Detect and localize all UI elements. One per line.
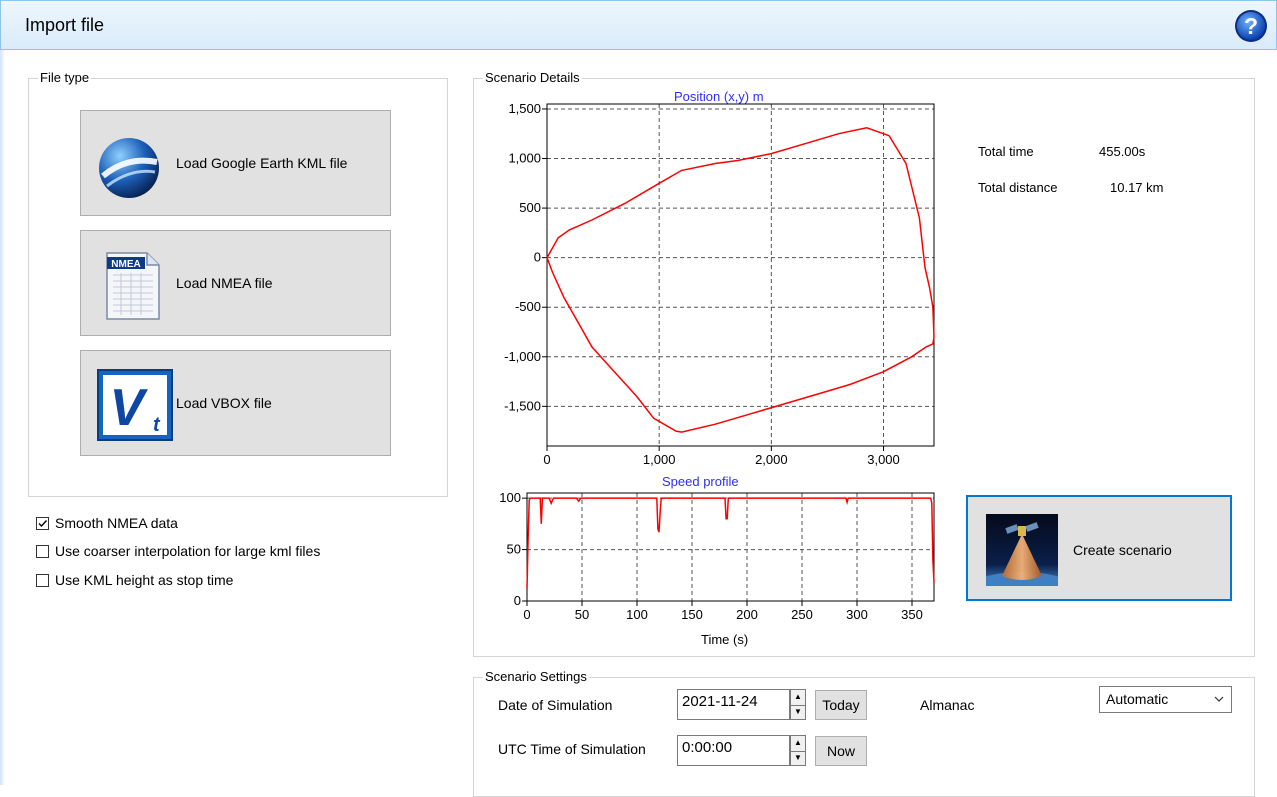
x-tick-label: 250 xyxy=(791,607,813,622)
now-label: Now xyxy=(826,743,855,759)
check-icon xyxy=(38,519,48,527)
title-bar: Import file ? xyxy=(0,0,1277,50)
x-tick-label: 100 xyxy=(626,607,648,622)
series-line xyxy=(546,127,935,433)
google-earth-icon xyxy=(99,138,159,198)
now-button[interactable]: Now xyxy=(815,736,867,766)
speed-profile-plot: 0 50 100 150 200 250 300 350 100 50 0 xyxy=(499,490,935,622)
y-tick-label: 0 xyxy=(534,250,541,265)
date-spinner[interactable]: ▲ ▼ xyxy=(790,689,806,720)
y-tick-label: -500 xyxy=(515,299,541,314)
x-tick-label: 0 xyxy=(543,452,550,467)
checkbox-box[interactable] xyxy=(36,544,49,558)
checkbox-box[interactable] xyxy=(36,516,49,530)
almanac-value: Automatic xyxy=(1106,691,1169,707)
x-tick-label: 50 xyxy=(575,607,589,622)
satellite-icon xyxy=(986,514,1058,586)
vbox-icon: V t xyxy=(97,369,173,441)
y-tick-label: 0 xyxy=(514,593,521,608)
time-spinner[interactable]: ▲ ▼ xyxy=(790,735,806,766)
smooth-nmea-checkbox[interactable]: Smooth NMEA data xyxy=(36,514,178,532)
load-vbox-button[interactable]: V t Load VBOX file xyxy=(80,350,391,456)
y-tick-label: 50 xyxy=(507,542,521,557)
almanac-label: Almanac xyxy=(920,697,975,713)
x-tick-label: 300 xyxy=(846,607,868,622)
spin-down-icon[interactable]: ▼ xyxy=(791,704,805,720)
load-nmea-label: Load NMEA file xyxy=(176,275,273,291)
date-label: Date of Simulation xyxy=(498,697,613,713)
y-tick-label: -1,000 xyxy=(504,349,541,364)
almanac-select[interactable]: Automatic xyxy=(1099,686,1232,713)
svg-text:NMEA: NMEA xyxy=(111,259,140,270)
y-tick-label: -1,500 xyxy=(504,398,541,413)
x-tick-label: 1,000 xyxy=(643,452,676,467)
help-icon[interactable]: ? xyxy=(1234,9,1268,43)
y-tick-label: 1,000 xyxy=(508,151,541,166)
x-tick-label: 3,000 xyxy=(867,452,900,467)
today-label: Today xyxy=(822,697,860,713)
coarser-interpolation-checkbox[interactable]: Use coarser interpolation for large kml … xyxy=(36,542,320,560)
create-scenario-button[interactable]: Create scenario xyxy=(966,495,1232,601)
x-tick-label: 0 xyxy=(523,607,530,622)
chevron-down-icon xyxy=(1214,696,1224,702)
time-field[interactable]: 0:00:00 xyxy=(677,735,790,766)
x-tick-label: 350 xyxy=(901,607,923,622)
smooth-nmea-label: Smooth NMEA data xyxy=(55,515,178,531)
speed-plot-title: Speed profile xyxy=(662,474,739,489)
total-distance-value: 10.17 km xyxy=(1110,180,1164,195)
window-title: Import file xyxy=(25,15,105,35)
svg-text:?: ? xyxy=(1244,13,1258,39)
kml-height-stop-label: Use KML height as stop time xyxy=(55,572,234,588)
spin-down-icon[interactable]: ▼ xyxy=(791,750,805,766)
load-kml-label: Load Google Earth KML file xyxy=(176,155,348,171)
total-distance-label: Total distance xyxy=(978,180,1058,195)
time-label: UTC Time of Simulation xyxy=(498,741,646,757)
plot-frame xyxy=(526,492,935,602)
y-tick-label: 100 xyxy=(499,490,521,505)
total-time-value: 455.00s xyxy=(1099,144,1146,159)
checkbox-box[interactable] xyxy=(36,573,49,587)
y-tick-label: 500 xyxy=(519,200,541,215)
file-type-legend: File type xyxy=(38,70,92,85)
plot-frame xyxy=(546,103,935,447)
x-tick-label: 150 xyxy=(681,607,703,622)
spin-up-icon[interactable]: ▲ xyxy=(791,736,805,751)
spin-up-icon[interactable]: ▲ xyxy=(791,690,805,705)
date-field[interactable]: 2021-11-24 xyxy=(677,689,790,720)
svg-text:V: V xyxy=(110,379,149,437)
create-scenario-label: Create scenario xyxy=(1073,542,1172,558)
x-tick-label: 200 xyxy=(736,607,758,622)
left-edge-strip xyxy=(0,50,5,785)
load-kml-button[interactable]: Load Google Earth KML file xyxy=(80,110,391,216)
date-value: 2021-11-24 xyxy=(682,693,758,710)
y-tick-label: 1,500 xyxy=(508,101,541,116)
coarser-interpolation-label: Use coarser interpolation for large kml … xyxy=(55,543,321,559)
total-time-label: Total time xyxy=(978,144,1034,159)
load-vbox-label: Load VBOX file xyxy=(176,395,272,411)
kml-height-stop-checkbox[interactable]: Use KML height as stop time xyxy=(36,571,233,589)
file-type-group: File type Load Google Earth KML file NME… xyxy=(28,70,448,497)
time-value: 0:00:00 xyxy=(682,739,733,756)
speed-plot-xlabel: Time (s) xyxy=(701,632,749,647)
series-line xyxy=(526,497,935,589)
x-tick-label: 2,000 xyxy=(755,452,788,467)
load-nmea-button[interactable]: NMEA Load NMEA file xyxy=(80,230,391,336)
today-button[interactable]: Today xyxy=(815,690,867,720)
scenario-settings-legend: Scenario Settings xyxy=(483,669,589,684)
nmea-file-icon: NMEA xyxy=(106,252,160,320)
scenario-details-legend: Scenario Details xyxy=(483,70,582,85)
position-plot: 0 1,000 2,000 3,000 1,500 1,000 500 0 -500 -1,000… xyxy=(504,101,935,467)
